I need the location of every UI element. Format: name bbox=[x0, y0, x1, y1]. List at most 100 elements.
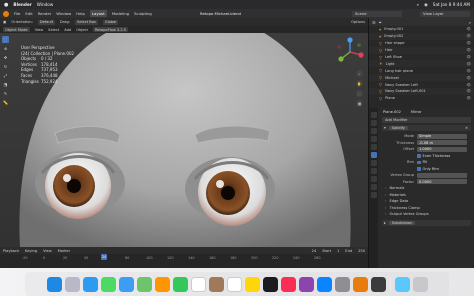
menu-help[interactable]: Help bbox=[76, 11, 85, 16]
visibility-icon[interactable]: 👁 bbox=[466, 83, 471, 87]
outliner-item[interactable]: ⌖ Empty.001 👁 bbox=[369, 26, 474, 33]
menu-add[interactable]: Add bbox=[64, 28, 71, 32]
cursor-tool-icon[interactable]: ⊕ bbox=[2, 45, 9, 52]
system-preferences-icon[interactable] bbox=[334, 276, 350, 292]
material-tab-icon[interactable] bbox=[370, 192, 377, 198]
outliner-item[interactable]: ▽ Long hair plane 👁 bbox=[369, 67, 474, 74]
transform-tool-icon[interactable]: ⬔ bbox=[2, 81, 9, 88]
y-axis-icon[interactable] bbox=[338, 56, 344, 62]
terminal-icon[interactable] bbox=[370, 276, 386, 292]
visibility-icon[interactable]: 👁 bbox=[466, 89, 471, 93]
scene-selector[interactable]: Scene bbox=[352, 10, 402, 17]
blender-logo-icon[interactable] bbox=[3, 10, 9, 17]
outliner-editor-icon[interactable]: ☰ bbox=[372, 20, 376, 25]
z-axis-icon[interactable] bbox=[347, 37, 353, 43]
close-icon[interactable]: ✕ bbox=[465, 126, 468, 130]
outliner-item[interactable]: ⌖ Empty.002 👁 bbox=[369, 32, 474, 40]
collapse-icon[interactable]: ▾ bbox=[384, 126, 386, 130]
tool-tab-icon[interactable] bbox=[370, 112, 377, 118]
solidify-modifier-header[interactable]: ▾ Solidify ✕ bbox=[382, 125, 471, 131]
maps-icon[interactable] bbox=[136, 276, 152, 292]
marker-menu[interactable]: Marker bbox=[58, 249, 70, 253]
visibility-icon[interactable]: 👁 bbox=[466, 27, 471, 31]
visibility-icon[interactable]: 👁 bbox=[466, 34, 471, 38]
particles-tab-icon[interactable] bbox=[370, 160, 377, 166]
visibility-icon[interactable]: 👁 bbox=[466, 96, 471, 100]
x-axis-icon[interactable] bbox=[358, 52, 364, 58]
mode-dropdown[interactable]: Object Mode bbox=[3, 27, 30, 32]
downloads-folder-icon[interactable] bbox=[394, 276, 410, 292]
app-store-icon[interactable] bbox=[316, 276, 332, 292]
current-frame-field[interactable]: 24 bbox=[312, 249, 317, 253]
modifier-name-field[interactable]: Subdivision bbox=[388, 220, 416, 225]
render-tab-icon[interactable] bbox=[370, 120, 377, 126]
outliner-item[interactable]: ▽ Hair shape 👁 bbox=[369, 40, 474, 47]
camera-icon[interactable]: 🎥 bbox=[356, 90, 363, 97]
zoom-icon[interactable]: ⌕ bbox=[356, 70, 363, 77]
rotate-tool-icon[interactable]: ↻ bbox=[2, 63, 9, 70]
navigation-gizmo[interactable] bbox=[335, 37, 365, 67]
view-layer-selector[interactable]: View Layer bbox=[420, 10, 470, 17]
search-icon[interactable]: ⌕ bbox=[469, 20, 471, 25]
fill-checkbox[interactable]: Fill bbox=[417, 160, 427, 164]
podcasts-icon[interactable] bbox=[298, 276, 314, 292]
outliner-item[interactable]: ▽ Hair 👁 bbox=[369, 46, 474, 54]
grid-icon[interactable]: ▦ bbox=[356, 100, 363, 107]
clock[interactable]: Sat Jan 8 9:44 AM bbox=[433, 2, 470, 7]
even-thickness-checkbox[interactable]: Even Thickness bbox=[417, 154, 450, 158]
scene-tab-icon[interactable] bbox=[370, 136, 377, 142]
measure-tool-icon[interactable]: 📏 bbox=[2, 99, 9, 106]
timeline-ruler[interactable]: -20 0 20 40 80 100 120 140 160 180 200 2… bbox=[0, 254, 368, 261]
search-icon[interactable]: ⌕ bbox=[417, 2, 419, 7]
outliner-item[interactable]: ▽ Navy Sneaker Left 👁 bbox=[369, 81, 474, 88]
outliner-item[interactable]: ▽ Navy Sneaker Left.001 👁 bbox=[369, 88, 474, 95]
blender-app-icon[interactable] bbox=[352, 276, 368, 292]
app-menu[interactable]: Blender bbox=[13, 2, 31, 7]
modifier-name-field[interactable]: Solidify bbox=[388, 126, 408, 130]
trash-icon[interactable] bbox=[412, 276, 428, 292]
messages-icon[interactable] bbox=[100, 276, 116, 292]
playback-menu[interactable]: Playback bbox=[3, 249, 19, 253]
facetime-icon[interactable] bbox=[172, 276, 188, 292]
mail-icon[interactable] bbox=[118, 276, 134, 292]
outliner-item[interactable]: ▽ Plane 👁 bbox=[369, 95, 474, 102]
notes-icon[interactable] bbox=[244, 276, 260, 292]
constraints-tab-icon[interactable] bbox=[370, 176, 377, 182]
menu-object[interactable]: Object bbox=[76, 28, 88, 32]
visibility-icon[interactable]: 👁 bbox=[466, 76, 471, 80]
menu-select[interactable]: Select bbox=[48, 28, 59, 32]
visibility-icon[interactable]: 👁 bbox=[466, 69, 471, 73]
output-tab-icon[interactable] bbox=[370, 128, 377, 134]
vertex-group-field[interactable] bbox=[417, 172, 467, 178]
calendar-icon[interactable] bbox=[190, 276, 206, 292]
music-icon[interactable] bbox=[280, 276, 296, 292]
menu-edit[interactable]: Edit bbox=[25, 11, 32, 16]
factor-input[interactable]: 0.0000 bbox=[417, 179, 467, 185]
tv-icon[interactable] bbox=[262, 276, 278, 292]
apple-icon[interactable]: ● bbox=[4, 2, 8, 8]
pan-icon[interactable]: ✋ bbox=[356, 80, 363, 87]
timeline-view-menu[interactable]: View bbox=[43, 249, 52, 253]
tab-layout[interactable]: Layout bbox=[89, 10, 107, 17]
contacts-icon[interactable] bbox=[208, 276, 224, 292]
options-dropdown[interactable]: Options bbox=[351, 20, 365, 24]
outliner-item[interactable]: ☀ Light 👁 bbox=[369, 60, 474, 68]
photos-icon[interactable] bbox=[154, 276, 170, 292]
menu-window[interactable]: Window bbox=[56, 11, 71, 16]
object-tab-icon[interactable] bbox=[370, 144, 377, 150]
output-vertex-groups-section[interactable]: Output Vertex Groups bbox=[379, 211, 474, 218]
select-tool-icon[interactable]: ⬚ bbox=[2, 36, 9, 43]
visibility-icon[interactable]: 👁 bbox=[466, 62, 471, 66]
drag-dropdown[interactable]: Select Box bbox=[75, 19, 98, 25]
tab-sculpting[interactable]: Sculpting bbox=[134, 11, 152, 16]
menu-render[interactable]: Render bbox=[38, 11, 52, 16]
finder-icon[interactable] bbox=[46, 276, 62, 292]
subdivision-modifier-header[interactable]: ▸ Subdivision bbox=[382, 219, 471, 226]
control-center-icon[interactable]: ◉ bbox=[424, 2, 428, 7]
add-modifier-button[interactable]: Add Modifier bbox=[382, 117, 471, 123]
menu-view[interactable]: View bbox=[35, 28, 44, 32]
launchpad-icon[interactable] bbox=[64, 276, 80, 292]
offset-input[interactable]: 1.0000 bbox=[417, 146, 467, 152]
scale-tool-icon[interactable]: ⤢ bbox=[2, 72, 9, 79]
mode-dropdown[interactable]: Simple bbox=[417, 133, 467, 139]
